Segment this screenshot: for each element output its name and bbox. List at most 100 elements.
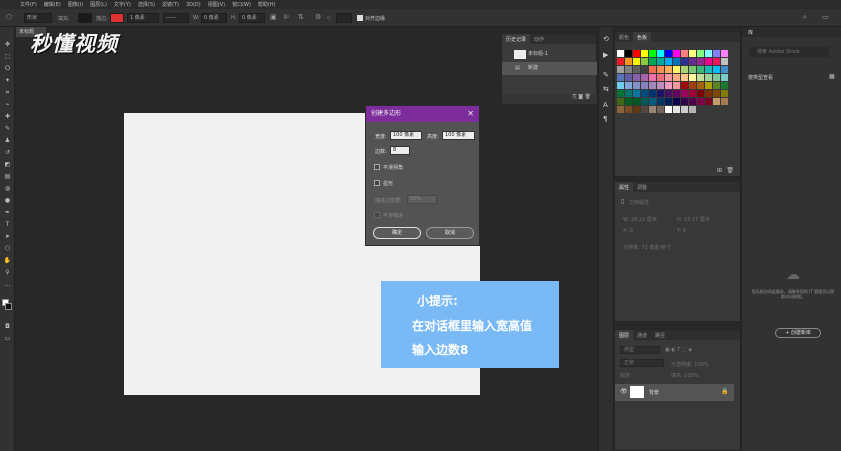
color-swatch[interactable] xyxy=(713,66,720,73)
color-swatch[interactable] xyxy=(713,74,720,81)
align-edges-checkbox[interactable] xyxy=(357,15,363,21)
menu-type[interactable]: 文字(Y) xyxy=(114,1,131,8)
trash-icon[interactable]: 🗑 xyxy=(726,167,734,174)
menu-window[interactable]: 窗口(W) xyxy=(232,1,251,8)
color-swatch[interactable] xyxy=(673,98,680,105)
color-swatch[interactable] xyxy=(689,90,696,97)
color-swatch[interactable] xyxy=(665,50,672,57)
polygon-tool-preset-icon[interactable]: ⬡ xyxy=(6,13,12,21)
color-swatch[interactable] xyxy=(689,82,696,89)
color-swatch[interactable] xyxy=(657,106,664,113)
color-swatch[interactable] xyxy=(721,90,728,97)
sides-field[interactable] xyxy=(336,13,352,23)
color-swatch[interactable] xyxy=(681,82,688,89)
opacity-field[interactable]: 不透明度: 100% xyxy=(671,361,709,368)
color-swatch[interactable] xyxy=(657,98,664,105)
color-swatch[interactable] xyxy=(689,98,696,105)
lasso-tool-icon[interactable]: ⵔ xyxy=(3,65,12,72)
color-swatch[interactable] xyxy=(617,82,624,89)
color-swatch[interactable] xyxy=(649,106,656,113)
color-swatch[interactable] xyxy=(713,82,720,89)
layer-row[interactable]: 👁 背景 🔒 xyxy=(615,384,734,401)
menu-file[interactable]: 文件(F) xyxy=(20,1,37,8)
smooth-corners-checkbox[interactable] xyxy=(374,164,380,170)
marquee-tool-icon[interactable]: ⬚ xyxy=(3,53,12,60)
color-swatch[interactable] xyxy=(697,58,704,65)
color-swatch[interactable] xyxy=(689,50,696,57)
color-swatch[interactable] xyxy=(673,90,680,97)
color-swatch[interactable] xyxy=(617,106,624,113)
color-swatch[interactable] xyxy=(697,98,704,105)
color-swatch[interactable] xyxy=(705,82,712,89)
color-swatch[interactable] xyxy=(625,58,632,65)
history-icon[interactable]: ⟲ xyxy=(603,35,609,43)
color-swatch[interactable] xyxy=(657,74,664,81)
eyedropper-tool-icon[interactable]: ⌁ xyxy=(3,101,12,108)
stamp-tool-icon[interactable]: ♟ xyxy=(3,137,12,144)
color-swatch[interactable] xyxy=(649,90,656,97)
clone-source-icon[interactable]: ⇆ xyxy=(603,85,609,93)
color-swatch[interactable] xyxy=(713,50,720,57)
color-swatch[interactable] xyxy=(681,98,688,105)
library-view-filter[interactable]: 按类型查看 xyxy=(748,74,773,81)
color-swatch[interactable] xyxy=(705,58,712,65)
color-swatch[interactable] xyxy=(649,74,656,81)
tab-layers[interactable]: 图层 xyxy=(615,330,634,340)
new-document-from-state-icon[interactable]: ⎘ xyxy=(573,94,577,100)
color-swatch[interactable] xyxy=(617,50,624,57)
stroke-type-select[interactable]: —— xyxy=(163,13,189,23)
sides-input[interactable]: 8 xyxy=(390,146,410,155)
dodge-tool-icon[interactable]: ● xyxy=(3,197,12,204)
color-swatch[interactable] xyxy=(625,98,632,105)
color-swatch[interactable] xyxy=(673,82,680,89)
color-swatch[interactable] xyxy=(633,58,640,65)
color-swatch[interactable] xyxy=(689,74,696,81)
color-swatch[interactable] xyxy=(721,82,728,89)
brush-tool-icon[interactable]: ✎ xyxy=(3,125,12,132)
path-operations-icon[interactable]: ▣ xyxy=(270,13,277,21)
color-swatch[interactable] xyxy=(617,90,624,97)
color-swatch[interactable] xyxy=(689,106,696,113)
color-swatch[interactable] xyxy=(721,50,728,57)
close-icon[interactable]: ✕ xyxy=(467,106,474,122)
indent-input[interactable]: 50% xyxy=(407,195,437,204)
blend-mode-select[interactable]: 正常 xyxy=(620,359,664,367)
smooth-indents-checkbox[interactable] xyxy=(374,212,380,218)
color-swatch[interactable] xyxy=(649,66,656,73)
play-icon[interactable]: ▶ xyxy=(603,51,608,59)
color-swatch[interactable] xyxy=(657,90,664,97)
quick-mask-icon[interactable]: ◘ xyxy=(3,323,12,330)
menu-view[interactable]: 视图(V) xyxy=(208,1,225,8)
color-swatch[interactable] xyxy=(681,106,688,113)
character-icon[interactable]: A xyxy=(603,101,608,109)
color-swatch[interactable] xyxy=(633,90,640,97)
tab-adjustments[interactable]: 调整 xyxy=(633,182,651,192)
color-swatch[interactable] xyxy=(681,90,688,97)
tab-libraries[interactable]: 库 xyxy=(742,27,841,37)
height-input[interactable]: 100 像素 xyxy=(442,131,475,140)
color-swatch[interactable] xyxy=(689,58,696,65)
path-arrangement-icon[interactable]: ⇅ xyxy=(298,13,304,21)
magic-wand-tool-icon[interactable]: ✦ xyxy=(3,77,12,84)
color-swatch[interactable] xyxy=(681,58,688,65)
color-swatch[interactable] xyxy=(641,82,648,89)
more-tools-icon[interactable]: ··· xyxy=(3,283,12,290)
color-swatch[interactable] xyxy=(689,66,696,73)
color-swatch[interactable] xyxy=(625,74,632,81)
color-swatch[interactable] xyxy=(665,98,672,105)
menu-filter[interactable]: 滤镜(T) xyxy=(162,1,179,8)
history-snapshot[interactable]: 未标题-1 xyxy=(502,48,597,61)
workspace-icon[interactable]: ▭ xyxy=(822,13,829,21)
search-icon[interactable]: ⌕ xyxy=(803,13,807,22)
gear-icon[interactable]: ⚙ xyxy=(315,13,321,21)
stroke-width-field[interactable]: 1 像素 xyxy=(127,13,159,23)
color-swatch[interactable] xyxy=(617,58,624,65)
color-swatch[interactable] xyxy=(617,98,624,105)
library-search-input[interactable]: 搜索 Adobe Stock xyxy=(749,47,829,57)
menu-select[interactable]: 选择(S) xyxy=(138,1,155,8)
tab-history[interactable]: 历史记录 xyxy=(502,34,531,44)
color-swatch[interactable] xyxy=(625,90,632,97)
crop-tool-icon[interactable]: ⌗ xyxy=(3,89,12,96)
color-swatch[interactable] xyxy=(657,82,664,89)
color-swatch[interactable] xyxy=(721,58,728,65)
